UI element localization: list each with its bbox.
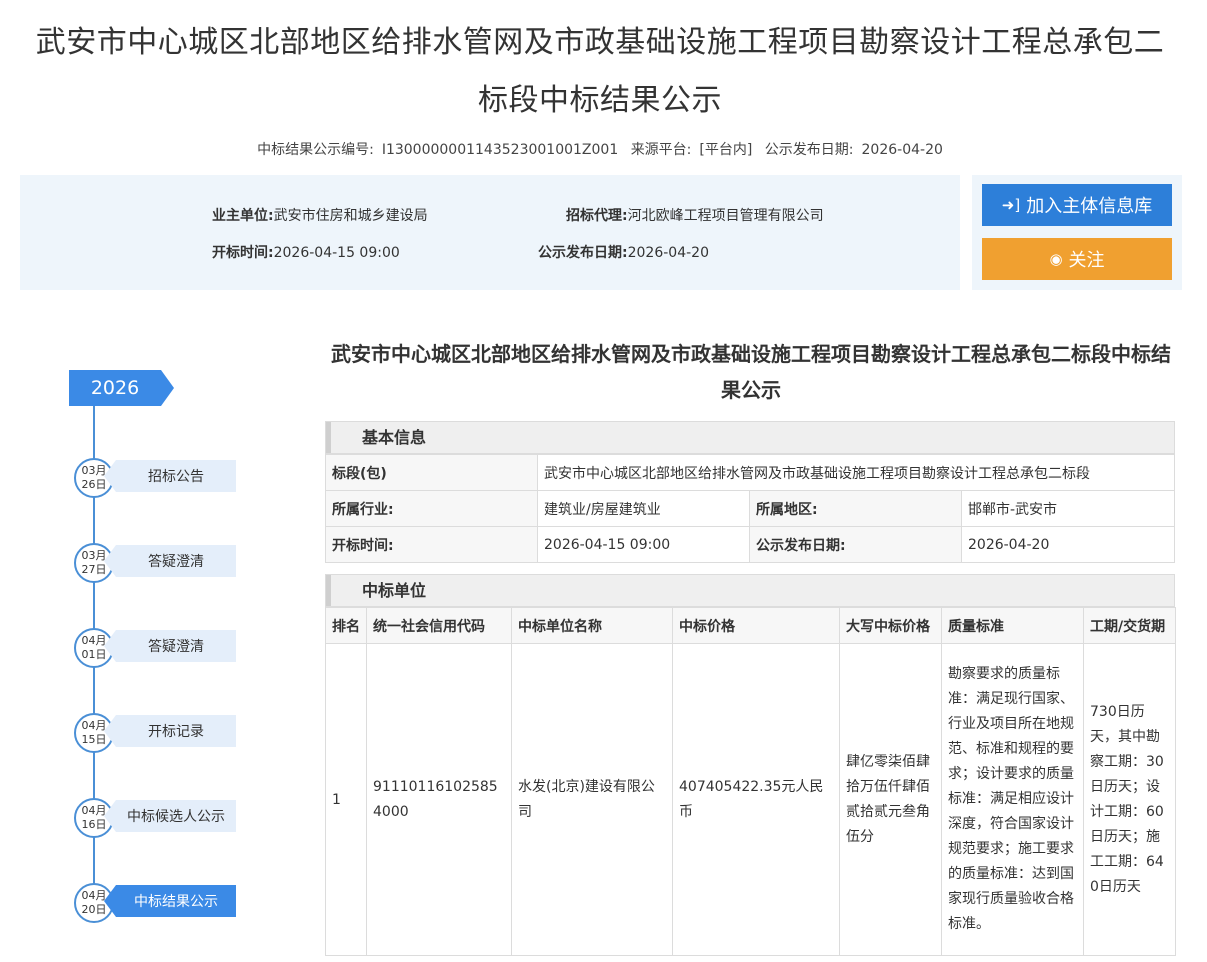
winner-table: 排名 统一社会信用代码 中标单位名称 中标价格 大写中标价格 质量标准 工期/交… (325, 607, 1176, 956)
industry-value: 建筑业/房屋建筑业 (537, 490, 750, 527)
basic-info-table: 标段(包) 武安市中心城区北部地区给排水管网及市政基础设施工程项目勘察设计工程总… (325, 454, 1175, 563)
add-to-database-label: 加入主体信息库 (1026, 196, 1153, 217)
open-time-label: 开标时间: (212, 245, 274, 261)
section-label: 标段(包) (325, 454, 538, 491)
timeline-item-clarification-2[interactable]: 答疑澄清 (104, 630, 236, 662)
publish-value: 2026-04-20 (861, 142, 943, 158)
open-time-info: 开标时间:2026-04-15 09:00 (212, 242, 400, 262)
owner-label: 业主单位: (212, 208, 274, 224)
table-row: 1 911101161025854000 水发(北京)建设有限公司 407405… (325, 643, 1176, 956)
code-value: I1300000001143523001001Z001 (381, 142, 619, 158)
publish-date-label: 公示发布日期: (749, 526, 962, 563)
timeline-item-candidate-notice[interactable]: 中标候选人公示 (104, 800, 236, 832)
owner-info: 业主单位:武安市住房和城乡建设局 (212, 205, 428, 225)
winner-heading: 中标单位 (325, 574, 1175, 607)
announcement-meta: 中标结果公示编号: I1300000001143523001001Z001 来源平… (0, 139, 1200, 159)
follow-label: 关注 (1068, 250, 1105, 271)
publish-label: 公示发布日期: (764, 142, 854, 158)
price-upper-cell: 肆亿零柒佰肆拾万伍仟肆佰贰拾贰元叁角伍分 (839, 643, 942, 956)
col-credit-code: 统一社会信用代码 (366, 607, 512, 644)
agent-label: 招标代理: (566, 208, 628, 224)
agent-info: 招标代理:河北欧峰工程项目管理有限公司 (566, 205, 824, 225)
col-name: 中标单位名称 (511, 607, 673, 644)
publish-date-label: 公示发布日期: (538, 245, 628, 261)
source-value: [平台内] (699, 142, 753, 158)
timeline-year-arrow (161, 370, 174, 406)
publish-date-value: 2026-04-20 (627, 245, 709, 261)
basic-info-heading: 基本信息 (325, 421, 1175, 454)
open-time-value: 2026-04-15 09:00 (273, 245, 400, 261)
winner-name-cell: 水发(北京)建设有限公司 (511, 643, 673, 956)
summary-info-box: 业主单位:武安市住房和城乡建设局 招标代理:河北欧峰工程项目管理有限公司 开标时… (20, 175, 960, 290)
action-panel: ➜] 加入主体信息库 ◉ 关注 (972, 175, 1182, 290)
timeline-item-clarification-1[interactable]: 答疑澄清 (104, 545, 236, 577)
publish-date-value: 2026-04-20 (961, 526, 1175, 563)
open-time-value: 2026-04-15 09:00 (537, 526, 750, 563)
page-title: 武安市中心城区北部地区给排水管网及市政基础设施工程项目勘察设计工程总承包二标段中… (35, 25, 1165, 118)
price-cell: 407405422.35元人民币 (672, 643, 840, 956)
col-price-upper: 大写中标价格 (839, 607, 942, 644)
source-label: 来源平台: (630, 142, 692, 158)
content-title: 武安市中心城区北部地区给排水管网及市政基础设施工程项目勘察设计工程总承包二标段中… (331, 342, 1171, 402)
eye-icon: ◉ (1049, 250, 1063, 268)
region-value: 邯郸市-武安市 (961, 490, 1175, 527)
timeline-item-result-notice[interactable]: 中标结果公示 (104, 885, 236, 917)
sign-in-icon: ➜] (1001, 196, 1021, 214)
industry-label: 所属行业: (325, 490, 538, 527)
col-period: 工期/交货期 (1083, 607, 1176, 644)
credit-code-cell: 911101161025854000 (366, 643, 512, 956)
col-rank: 排名 (325, 607, 367, 644)
timeline-item-tender-notice[interactable]: 招标公告 (104, 460, 236, 492)
open-time-label: 开标时间: (325, 526, 538, 563)
timeline-item-opening-record[interactable]: 开标记录 (104, 715, 236, 747)
quality-cell: 勘察要求的质量标准：满足现行国家、行业及项目所在地规范、标准和规程的要求；设计要… (941, 643, 1084, 956)
col-price: 中标价格 (672, 607, 840, 644)
col-quality: 质量标准 (941, 607, 1084, 644)
region-label: 所属地区: (749, 490, 962, 527)
follow-button[interactable]: ◉ 关注 (982, 238, 1172, 280)
owner-value: 武安市住房和城乡建设局 (273, 208, 428, 224)
agent-value: 河北欧峰工程项目管理有限公司 (627, 208, 824, 224)
rank-cell: 1 (325, 643, 367, 956)
section-value: 武安市中心城区北部地区给排水管网及市政基础设施工程项目勘察设计工程总承包二标段 (537, 454, 1175, 491)
winner-table-header: 排名 统一社会信用代码 中标单位名称 中标价格 大写中标价格 质量标准 工期/交… (325, 607, 1176, 644)
publish-date-info: 公示发布日期:2026-04-20 (538, 242, 709, 262)
period-cell: 730日历天，其中勘察工期：30日历天；设计工期：60日历天；施工工期：640日… (1083, 643, 1176, 956)
timeline-year: 2026 (69, 370, 161, 406)
code-label: 中标结果公示编号: (257, 142, 374, 158)
add-to-database-button[interactable]: ➜] 加入主体信息库 (982, 184, 1172, 226)
